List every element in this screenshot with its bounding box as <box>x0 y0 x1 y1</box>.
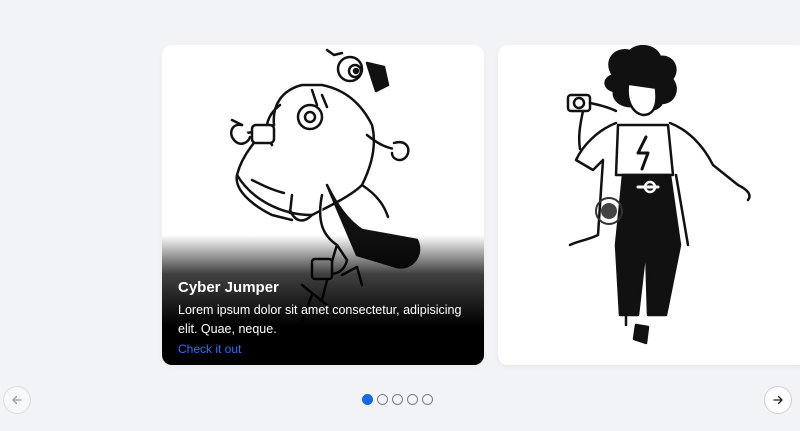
carousel-pagination <box>362 394 433 405</box>
card-title: Cyber Jumper <box>178 279 279 296</box>
pagination-dot-2[interactable] <box>377 394 388 405</box>
next-slide-button[interactable] <box>764 386 792 414</box>
pagination-dot-3[interactable] <box>392 394 403 405</box>
girl-with-camera-illustration <box>566 45 751 345</box>
pagination-dot-4[interactable] <box>407 394 418 405</box>
arrow-right-icon <box>773 395 783 405</box>
pagination-dot-5[interactable] <box>422 394 433 405</box>
check-it-out-link[interactable]: Check it out <box>178 342 241 356</box>
pagination-dot-1[interactable] <box>362 394 373 405</box>
arrow-left-icon <box>12 395 22 405</box>
card-description: Lorem ipsum dolor sit amet consectetur, … <box>178 303 462 336</box>
carousel-card-cyber-jumper[interactable]: Cyber Jumper Lorem ipsum dolor sit amet … <box>162 45 484 365</box>
previous-slide-button[interactable] <box>3 386 31 414</box>
carousel-card-girl-camera[interactable] <box>498 45 800 365</box>
